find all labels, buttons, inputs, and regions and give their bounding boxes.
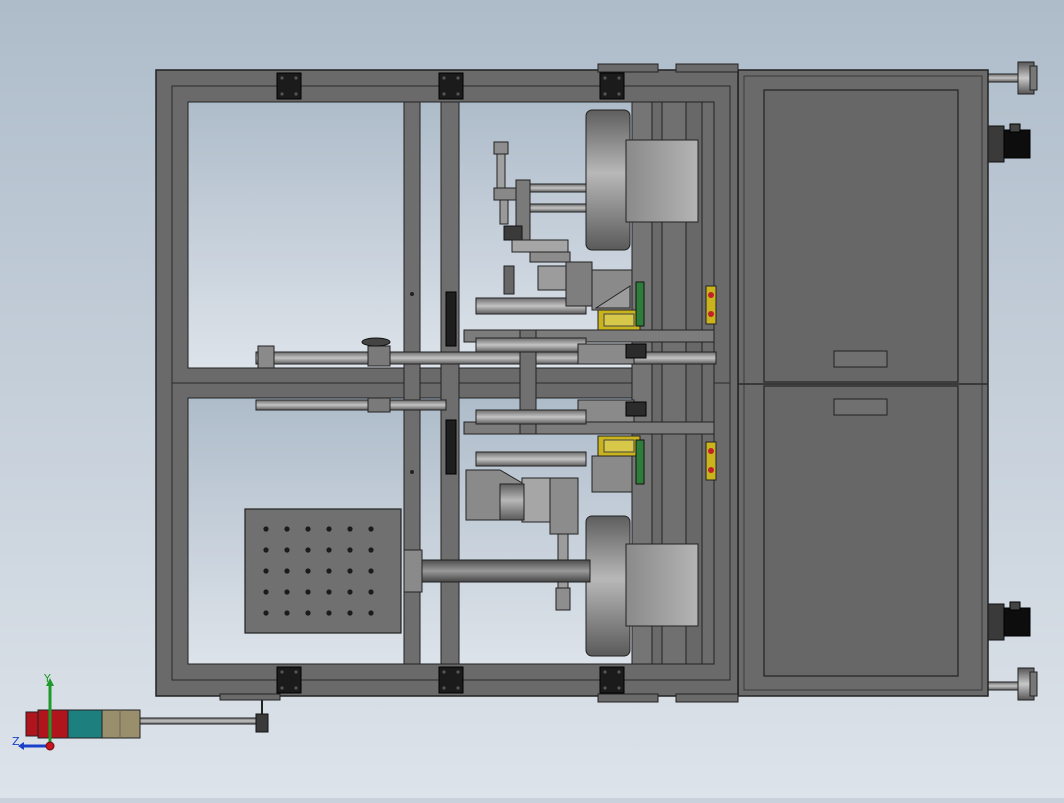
plate-hole bbox=[347, 547, 353, 553]
machine-assembly[interactable] bbox=[25, 61, 1038, 739]
plate-hole bbox=[368, 526, 374, 532]
plate-hole bbox=[263, 610, 269, 616]
plate-hole bbox=[347, 610, 353, 616]
perforated-plate bbox=[244, 508, 402, 634]
plate-hole bbox=[263, 589, 269, 595]
plate-hole bbox=[284, 589, 290, 595]
triad-z-label: Z bbox=[12, 735, 20, 748]
door-handle-lower[interactable] bbox=[833, 398, 888, 416]
plate-hole bbox=[326, 589, 332, 595]
cabinet-door-upper[interactable] bbox=[763, 89, 959, 383]
plate-hole bbox=[368, 547, 374, 553]
plate-hole bbox=[368, 568, 374, 574]
plate-hole bbox=[326, 568, 332, 574]
plate-hole bbox=[305, 610, 311, 616]
plate-hole bbox=[305, 589, 311, 595]
plate-hole bbox=[326, 547, 332, 553]
plate-hole bbox=[284, 568, 290, 574]
plate-hole bbox=[305, 526, 311, 532]
plate-hole bbox=[368, 610, 374, 616]
door-handle-upper[interactable] bbox=[833, 350, 888, 368]
triad-y-label: Y bbox=[43, 672, 51, 685]
plate-hole bbox=[284, 547, 290, 553]
plate-hole bbox=[263, 547, 269, 553]
plate-hole bbox=[326, 610, 332, 616]
plate-hole bbox=[347, 526, 353, 532]
plate-hole bbox=[284, 610, 290, 616]
cad-viewport[interactable]: Y Z bbox=[0, 0, 1064, 798]
x-axis-marker bbox=[45, 741, 55, 751]
plate-hole bbox=[326, 526, 332, 532]
plate-hole bbox=[263, 526, 269, 532]
plate-hole bbox=[263, 568, 269, 574]
plate-hole bbox=[368, 589, 374, 595]
plate-hole bbox=[347, 589, 353, 595]
electrical-cabinet[interactable] bbox=[737, 69, 989, 697]
plate-hole bbox=[305, 547, 311, 553]
plate-hole bbox=[305, 568, 311, 574]
plate-hole bbox=[284, 526, 290, 532]
nozzle-cone bbox=[465, 469, 551, 523]
cabinet-door-lower[interactable] bbox=[763, 385, 959, 677]
plate-hole bbox=[347, 568, 353, 574]
